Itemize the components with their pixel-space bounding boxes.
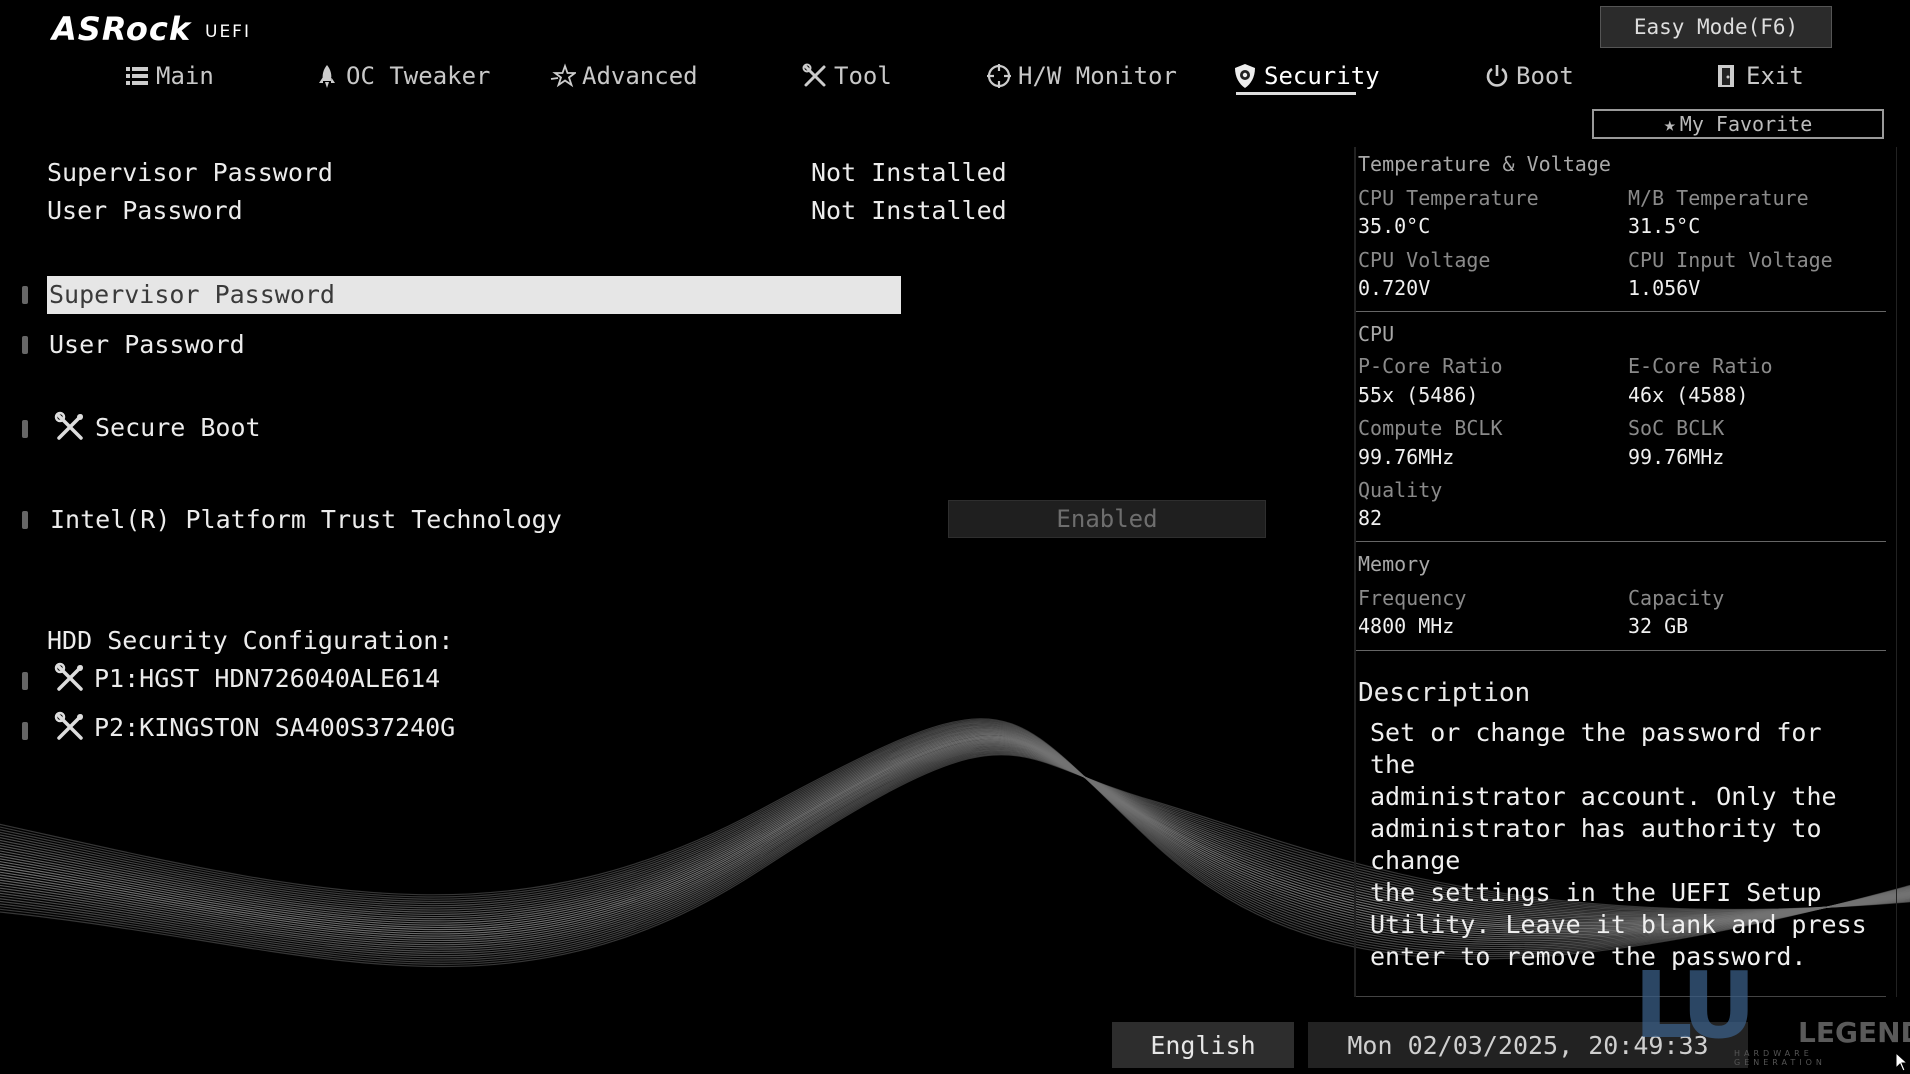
tab-security[interactable]: Security bbox=[1232, 58, 1380, 94]
status-label: Supervisor Password bbox=[47, 158, 333, 187]
item-bullet bbox=[22, 286, 28, 304]
tab-advanced[interactable]: Advanced bbox=[550, 58, 698, 94]
tab-label: H/W Monitor bbox=[1018, 62, 1177, 90]
tools-icon bbox=[54, 662, 86, 698]
hdd-item[interactable]: P2:KINGSTON SA400S37240G bbox=[94, 713, 455, 742]
memory-section-title: Memory bbox=[1358, 552, 1431, 576]
item-bullet bbox=[22, 722, 28, 740]
tab-label: OC Tweaker bbox=[346, 62, 491, 90]
capacity-label: Capacity bbox=[1628, 586, 1725, 610]
frequency-value: 4800 MHz bbox=[1358, 614, 1455, 638]
tab-exit[interactable]: Exit bbox=[1714, 58, 1804, 94]
compute-bclk-value: 99.76MHz bbox=[1358, 445, 1455, 469]
section-divider bbox=[1356, 650, 1886, 651]
section-divider bbox=[1356, 541, 1886, 542]
section-divider bbox=[1356, 311, 1886, 312]
temp-voltage-title: Temperature & Voltage bbox=[1358, 152, 1611, 176]
brand-sub: UEFI bbox=[205, 22, 251, 42]
power-icon bbox=[1486, 65, 1508, 87]
capacity-value: 32 GB bbox=[1628, 614, 1689, 638]
description-title: Description bbox=[1358, 678, 1531, 708]
list-icon bbox=[126, 67, 148, 85]
watermark-text: LEGEND bbox=[1798, 1016, 1910, 1049]
cpu-in-volt-value: 1.056V bbox=[1628, 276, 1701, 300]
item-bullet bbox=[22, 672, 28, 690]
description-text: Set or change the password for the admin… bbox=[1370, 718, 1867, 971]
cpu-temp-label: CPU Temperature bbox=[1358, 186, 1539, 210]
active-tab-indicator bbox=[1236, 92, 1356, 95]
status-label: User Password bbox=[47, 196, 243, 225]
tab-tool[interactable]: Tool bbox=[802, 58, 892, 94]
cpu-volt-value: 0.720V bbox=[1358, 276, 1431, 300]
rocket-icon bbox=[319, 65, 335, 88]
shield-icon bbox=[1235, 64, 1255, 88]
item-bullet bbox=[22, 511, 28, 529]
tab-hw-monitor[interactable]: H/W Monitor bbox=[986, 58, 1177, 94]
cursor-icon bbox=[1895, 1052, 1909, 1072]
mb-temp-value: 31.5°C bbox=[1628, 214, 1701, 238]
tab-label: Security bbox=[1264, 62, 1380, 90]
soc-bclk-label: SoC BCLK bbox=[1628, 416, 1725, 440]
ptt-label[interactable]: Intel(R) Platform Trust Technology bbox=[50, 505, 562, 534]
supervisor-password-label: Supervisor Password bbox=[49, 280, 335, 309]
tab-label: Advanced bbox=[582, 62, 698, 90]
exit-icon bbox=[1718, 65, 1734, 87]
tab-main[interactable]: Main bbox=[124, 58, 214, 94]
quality-value: 82 bbox=[1358, 506, 1383, 530]
mb-temp-label: M/B Temperature bbox=[1628, 186, 1809, 210]
tab-label: Boot bbox=[1516, 62, 1574, 90]
secure-boot-item[interactable]: Secure Boot bbox=[95, 413, 261, 442]
tools-icon bbox=[802, 63, 826, 87]
soc-bclk-value: 99.76MHz bbox=[1628, 445, 1725, 469]
status-value: Not Installed bbox=[811, 196, 1007, 225]
cpu-temp-value: 35.0°C bbox=[1358, 214, 1431, 238]
cpu-volt-label: CPU Voltage bbox=[1358, 248, 1491, 272]
ecore-value: 46x (4588) bbox=[1628, 383, 1749, 407]
ptt-value-select[interactable]: Enabled bbox=[948, 500, 1266, 538]
cpu-in-volt-label: CPU Input Voltage bbox=[1628, 248, 1833, 272]
watermark-sub: HARDWARE GENERATION bbox=[1734, 1049, 1826, 1067]
hdd-item[interactable]: P1:HGST HDN726040ALE614 bbox=[94, 664, 440, 693]
pcore-label: P-Core Ratio bbox=[1358, 354, 1503, 378]
star-icon bbox=[550, 63, 576, 88]
item-bullet bbox=[22, 420, 28, 438]
cpu-section-title: CPU bbox=[1358, 322, 1395, 346]
panel-divider bbox=[1896, 147, 1897, 997]
my-favorite-button[interactable]: ★ My Favorite bbox=[1592, 109, 1884, 139]
panel-divider bbox=[1354, 147, 1356, 997]
frequency-label: Frequency bbox=[1358, 586, 1467, 610]
tab-label: Exit bbox=[1746, 62, 1804, 90]
tools-icon bbox=[54, 711, 86, 747]
compute-bclk-label: Compute BCLK bbox=[1358, 416, 1503, 440]
user-password-item[interactable]: User Password bbox=[49, 330, 245, 359]
watermark-mark: LU bbox=[1634, 952, 1756, 1059]
watermark-logo: LU LEGEND HARDWARE GENERATION bbox=[1634, 950, 1910, 1067]
tools-icon bbox=[54, 411, 86, 447]
ecore-label: E-Core Ratio bbox=[1628, 354, 1773, 378]
brand-logo: ASRock bbox=[52, 10, 192, 48]
quality-label: Quality bbox=[1358, 478, 1443, 502]
tab-label: Tool bbox=[834, 62, 892, 90]
item-bullet bbox=[22, 336, 28, 354]
pcore-value: 55x (5486) bbox=[1358, 383, 1479, 407]
tab-label: Main bbox=[156, 62, 214, 90]
hdd-section-title: HDD Security Configuration: bbox=[47, 626, 454, 655]
crosshair-icon bbox=[987, 64, 1011, 88]
tab-boot[interactable]: Boot bbox=[1484, 58, 1574, 94]
language-button[interactable]: English bbox=[1112, 1022, 1294, 1068]
status-value: Not Installed bbox=[811, 158, 1007, 187]
tab-oc-tweaker[interactable]: OC Tweaker bbox=[314, 58, 491, 94]
easy-mode-button[interactable]: Easy Mode(F6) bbox=[1600, 6, 1832, 48]
star-icon: ★ bbox=[1663, 112, 1676, 136]
